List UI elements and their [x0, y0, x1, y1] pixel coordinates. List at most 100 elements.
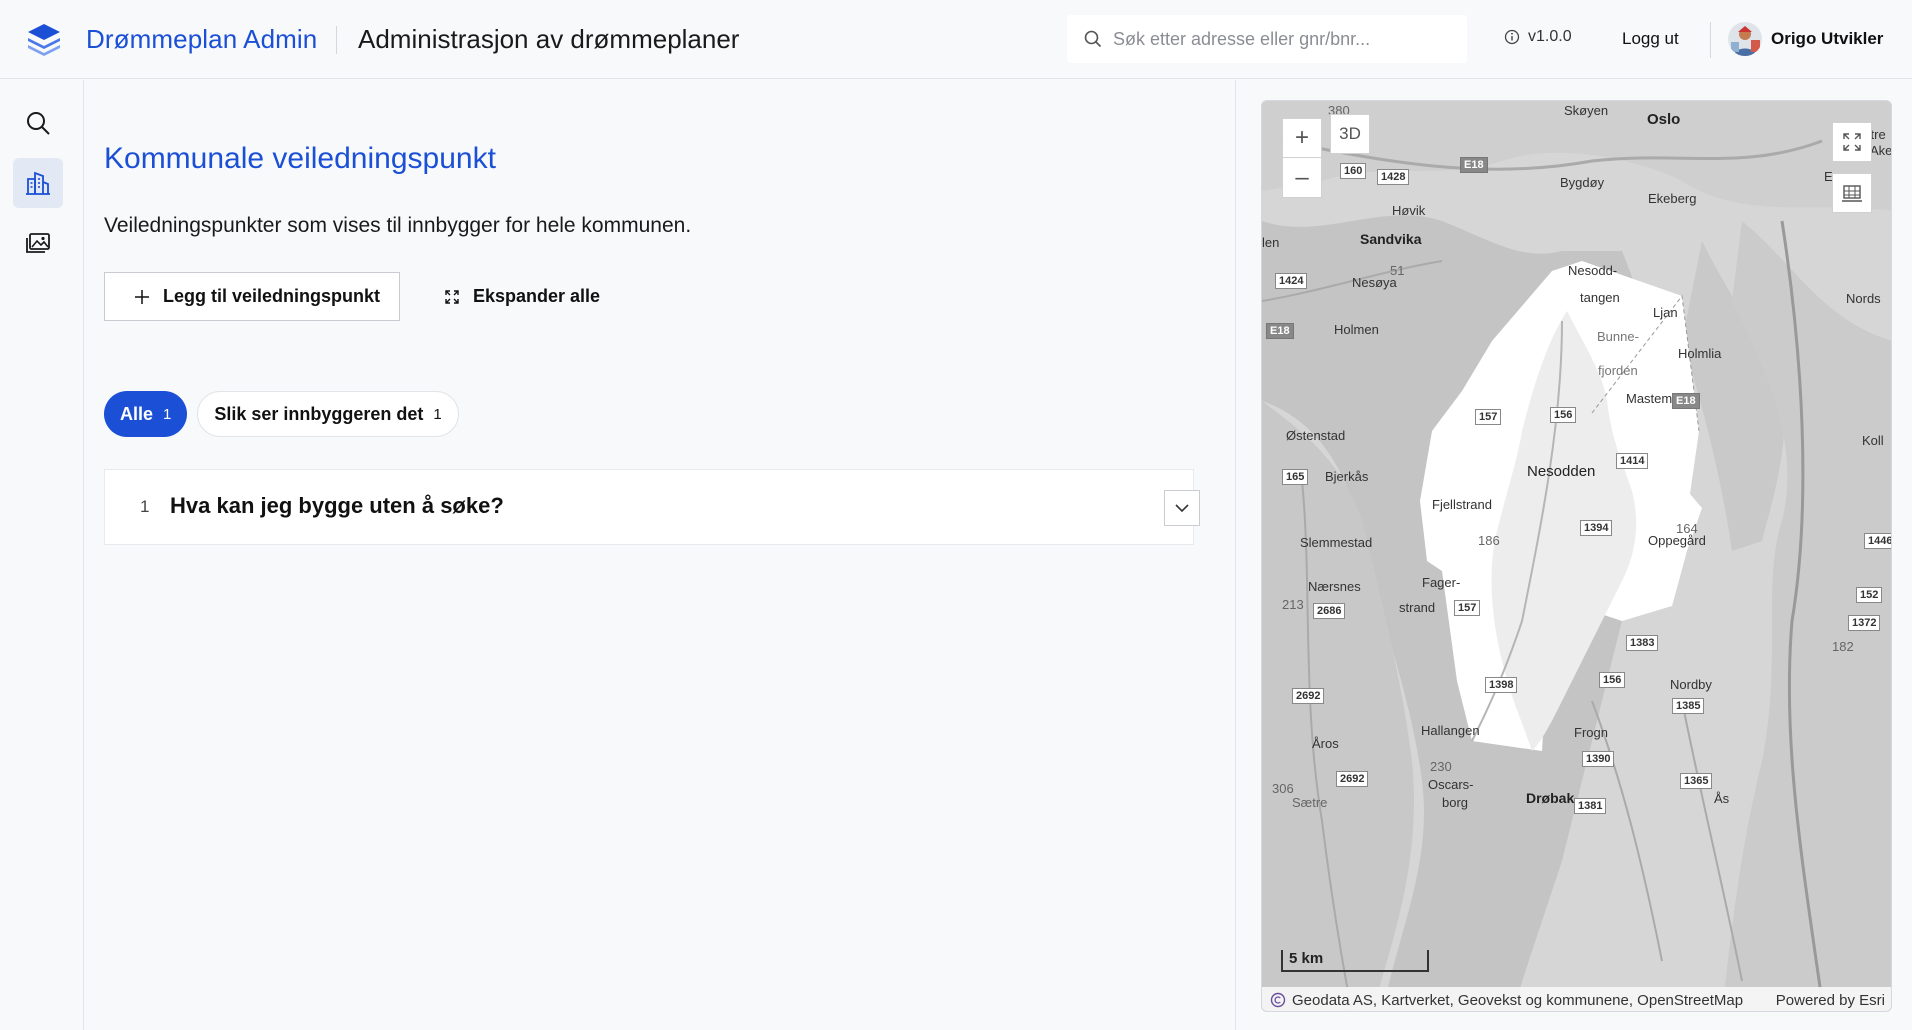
map-label: Koll [1862, 433, 1884, 448]
map-label: Skøyen [1564, 103, 1609, 118]
basemap-toggle-button[interactable] [1832, 173, 1872, 213]
plus-icon [135, 289, 149, 304]
expand-icon [445, 289, 459, 304]
road-shield: 1383 [1626, 635, 1659, 651]
search-icon [1084, 30, 1102, 48]
fullscreen-icon [1843, 133, 1861, 151]
nav-search-button[interactable] [13, 98, 63, 148]
chip-label: Slik ser innbyggeren det [214, 403, 424, 424]
map-label: Ekeberg [1648, 191, 1697, 206]
road-shield: 1394 [1580, 520, 1613, 536]
filter-chip-all[interactable]: Alle 1 [104, 391, 188, 437]
road-shield: E18 [1672, 393, 1700, 409]
map-label: Oppegård [1648, 533, 1706, 548]
section-description: Veiledningspunkter som vises til innbygg… [104, 214, 692, 237]
road-shield: 1428 [1377, 169, 1410, 185]
search-input[interactable] [1113, 25, 1453, 53]
map-label: 306 [1272, 781, 1294, 796]
side-navigation [0, 80, 84, 1030]
search-icon [27, 112, 50, 135]
map-label: Sandvika [1360, 231, 1422, 247]
user-avatar[interactable] [1728, 22, 1762, 56]
map-label: Ås [1714, 791, 1730, 806]
road-shield: 156 [1599, 672, 1626, 688]
road-shield: 1365 [1680, 773, 1713, 789]
road-shield: E18 [1460, 157, 1488, 173]
nav-buildings-button[interactable] [13, 158, 63, 208]
map-label: borg [1442, 795, 1469, 810]
expand-item-toggle[interactable] [1164, 490, 1200, 526]
road-shield: 1414 [1616, 453, 1649, 469]
nav-gallery-button[interactable] [13, 218, 63, 268]
logout-button[interactable]: Logg ut [1622, 29, 1679, 49]
info-icon [1504, 29, 1520, 45]
road-shield: 2692 [1336, 771, 1369, 787]
map-label: 213 [1282, 597, 1304, 612]
road-shield: 1446 [1864, 533, 1891, 549]
road-shield: 1398 [1485, 677, 1518, 693]
map-label: Åros [1312, 736, 1339, 751]
app-header: Drømmeplan Admin Administrasjon av drømm… [0, 0, 1912, 79]
filter-chip-citizen-view[interactable]: Slik ser innbyggeren det 1 [197, 391, 459, 437]
road-shield: 1372 [1848, 615, 1881, 631]
panel-divider [1235, 80, 1236, 1030]
guidance-point-item[interactable]: 1 Hva kan jeg bygge uten å søke? [104, 469, 1200, 545]
version-info[interactable]: v1.0.0 [1504, 28, 1572, 46]
chip-count: 1 [163, 405, 172, 423]
road-shield: 2686 [1313, 603, 1346, 619]
map-label: Holmen [1334, 322, 1379, 337]
copyright-icon[interactable] [1270, 992, 1286, 1008]
map-label: Slemmestad [1300, 535, 1373, 550]
map-label: 186 [1478, 533, 1500, 548]
user-name[interactable]: Origo Utvikler [1771, 29, 1883, 49]
zoom-out-button[interactable]: – [1283, 158, 1321, 197]
add-guidance-point-button[interactable]: Legg til veiledningspunkt [104, 272, 400, 321]
road-shield: 152 [1856, 587, 1883, 603]
version-label: v1.0.0 [1528, 28, 1572, 45]
powered-by-esri[interactable]: Powered by Esri [1776, 992, 1885, 1009]
road-shield: 157 [1475, 409, 1502, 425]
map-label: 230 [1430, 759, 1452, 774]
brand-title[interactable]: Drømmeplan Admin [86, 24, 317, 55]
map-label: tangen [1580, 290, 1620, 305]
basemap-icon [1842, 185, 1862, 202]
building-icon [26, 171, 50, 195]
road-shield: 1385 [1672, 698, 1705, 714]
fullscreen-button[interactable] [1832, 122, 1872, 162]
map-label: Bunne- [1597, 329, 1639, 344]
map-label: Nords [1846, 291, 1881, 306]
zoom-in-button[interactable]: + [1283, 119, 1321, 158]
map-label: Oscars- [1428, 777, 1474, 792]
header-divider [336, 26, 337, 54]
map-label: Hallangen [1421, 723, 1480, 738]
map-label: Nesøya [1352, 275, 1397, 290]
gallery-icon [26, 233, 50, 253]
map-label: Nærsnes [1308, 579, 1361, 594]
map-label: Oslo [1647, 111, 1681, 128]
expand-button-label: Ekspander alle [473, 286, 601, 306]
map-label: Nesodden [1527, 463, 1596, 480]
item-title: Hva kan jeg bygge uten å søke? [170, 493, 504, 518]
attribution-text: Geodata AS, Kartverket, Geovekst og komm… [1292, 991, 1744, 1009]
map-label: fjorden [1598, 363, 1638, 378]
chip-label: Alle [120, 403, 154, 424]
toggle-3d-button[interactable]: 3D [1330, 114, 1370, 154]
map-label: Fager- [1422, 575, 1461, 590]
layers-logo-icon[interactable] [26, 22, 62, 56]
map-label: len [1262, 235, 1280, 250]
map-scale-bar: 5 km [1281, 950, 1429, 972]
section-title: Kommunale veiledningspunkt [104, 142, 496, 175]
map-label: Ljan [1653, 305, 1678, 320]
chip-count: 1 [433, 405, 442, 423]
map-attribution: Geodata AS, Kartverket, Geovekst og komm… [1262, 987, 1891, 1011]
map-label: Østenstad [1286, 428, 1346, 443]
expand-all-button[interactable]: Ekspander alle [445, 272, 600, 321]
road-shield: E18 [1266, 323, 1294, 339]
road-shield: 156 [1550, 407, 1577, 423]
road-shield: 160 [1340, 163, 1367, 179]
map-label: strand [1399, 600, 1436, 615]
road-shield: 1424 [1275, 273, 1308, 289]
address-search[interactable] [1067, 15, 1467, 63]
road-shield: 165 [1282, 469, 1309, 485]
map-view[interactable]: 380 Skøyen Oslo stre Ake Bygdøy Ekeberg … [1261, 100, 1892, 1012]
